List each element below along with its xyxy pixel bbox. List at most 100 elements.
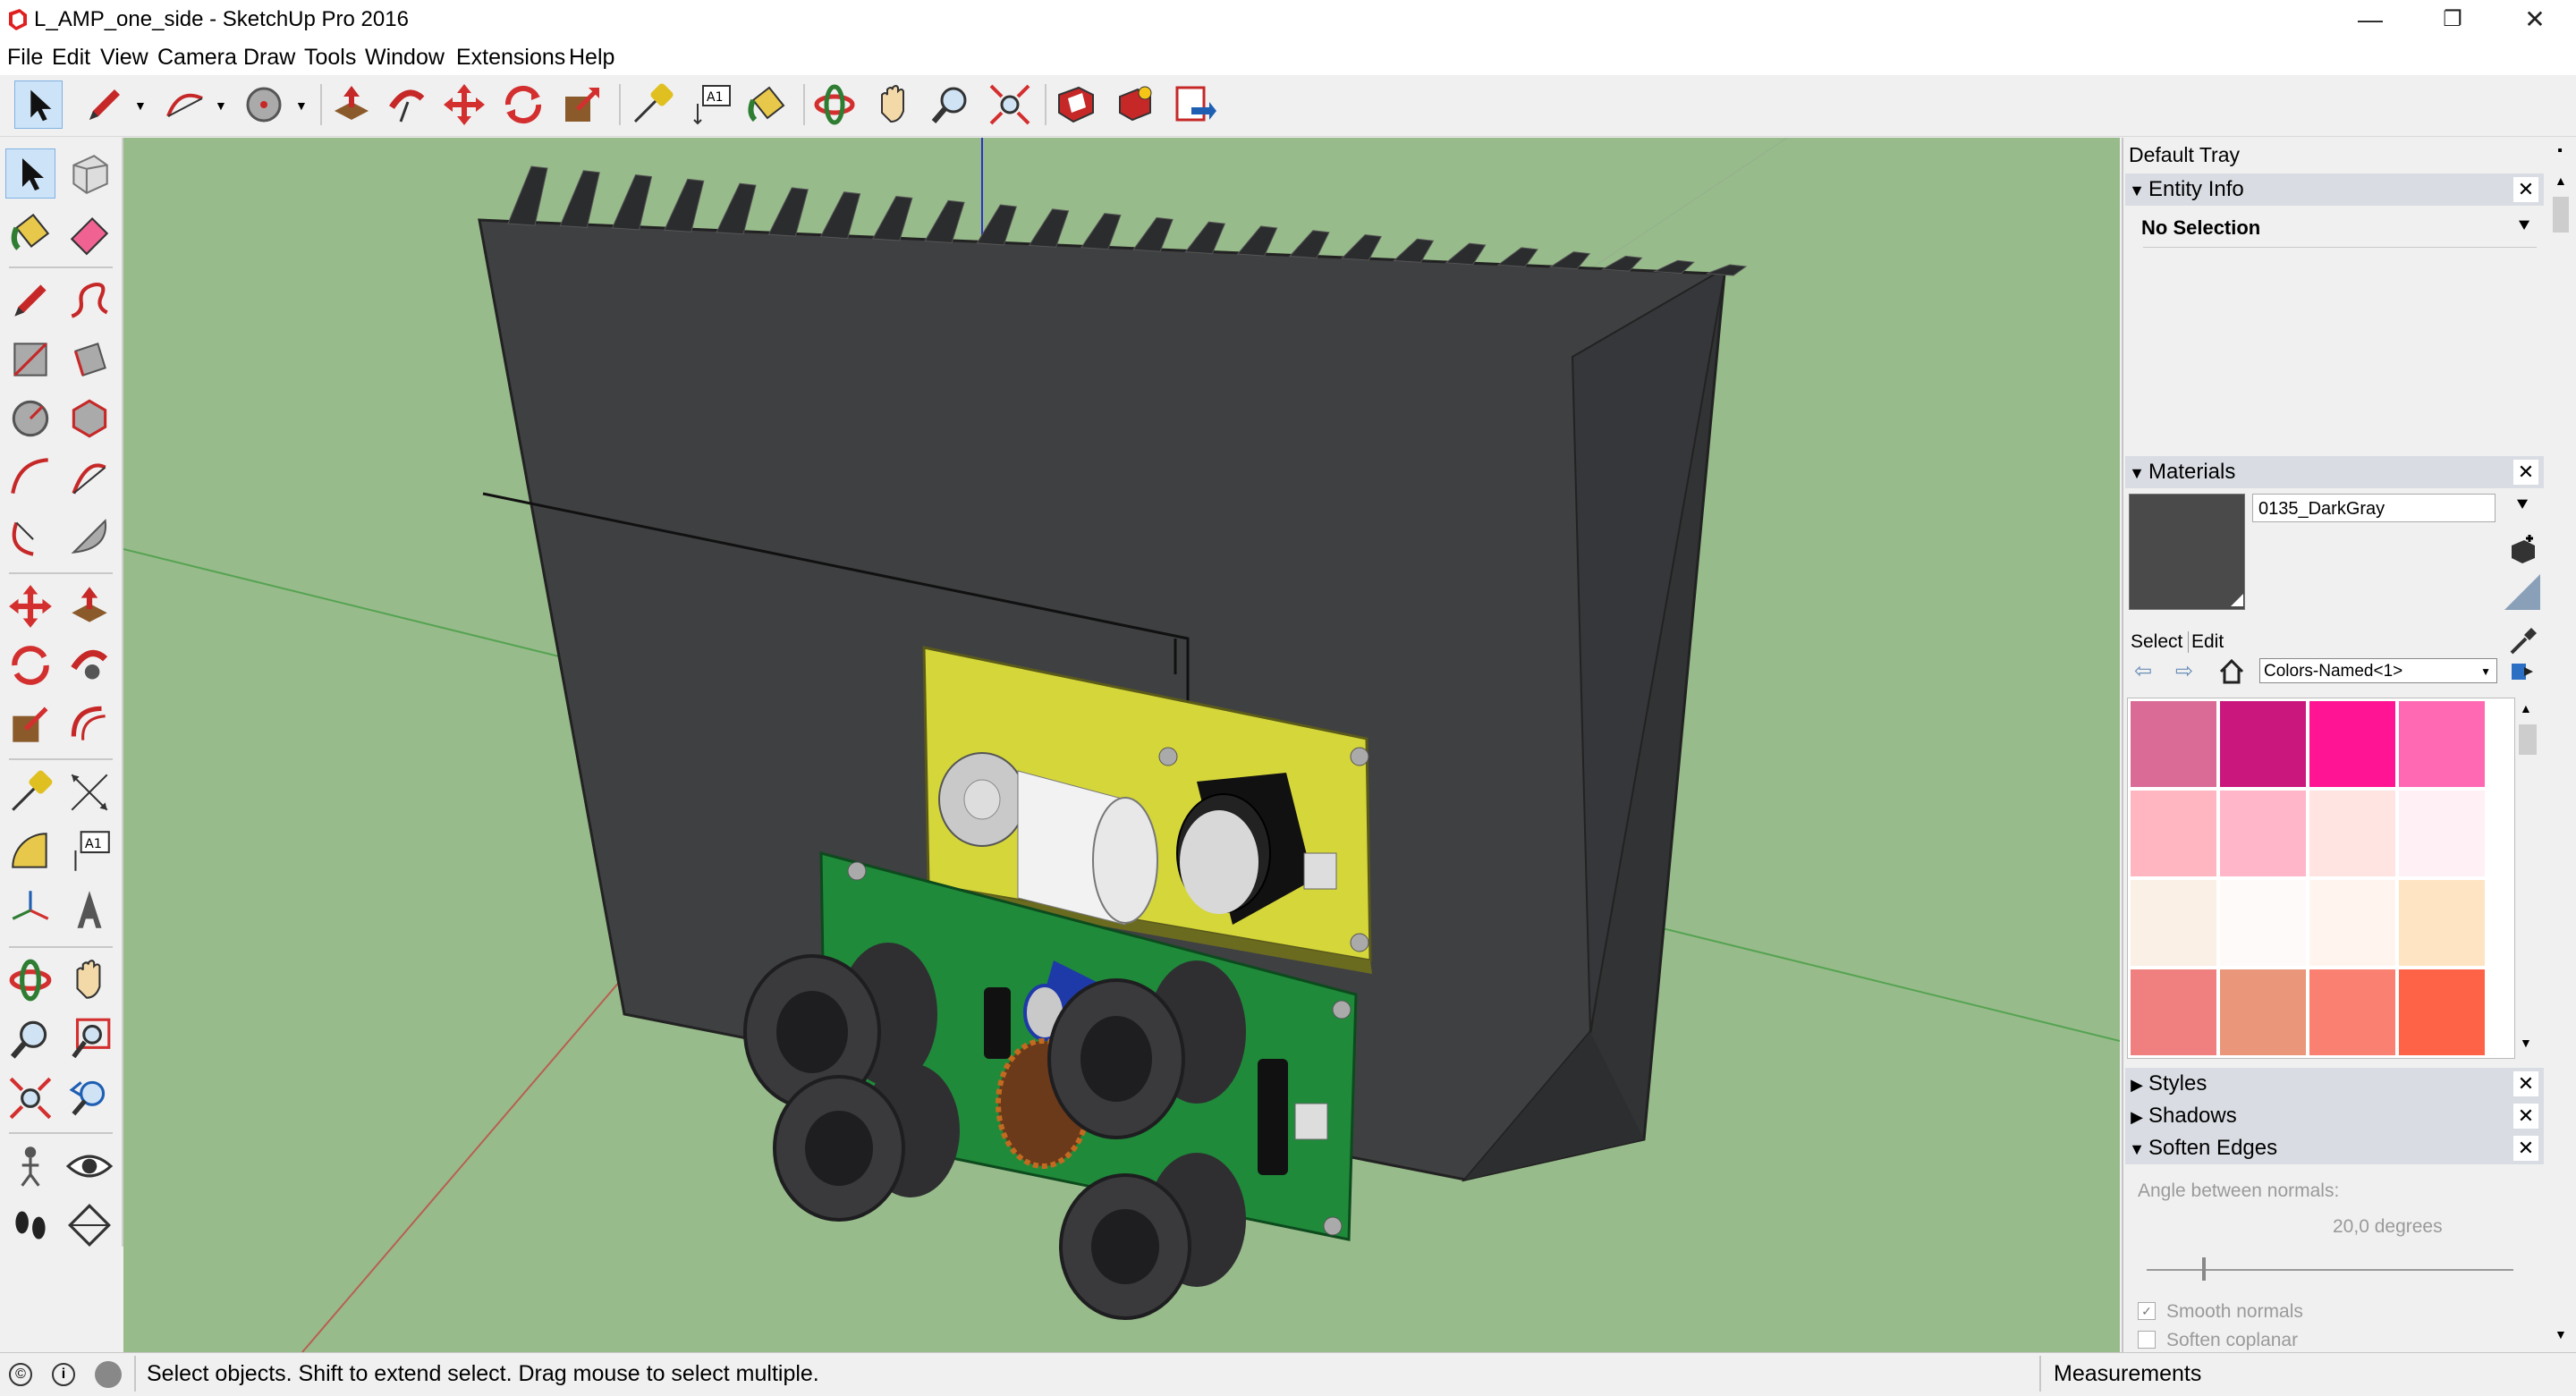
details-arrow-icon[interactable] [2508, 658, 2535, 685]
material-swatch[interactable] [2309, 791, 2395, 876]
scroll-up-icon[interactable]: ▲ [2555, 173, 2567, 188]
scale-icon[interactable] [558, 80, 606, 129]
make-component-icon[interactable] [64, 148, 114, 199]
forward-arrow-icon[interactable]: ⇨ [2175, 658, 2193, 684]
chevron-down-icon[interactable]: ▼ [215, 98, 227, 113]
scroll-down-icon[interactable]: ▼ [2520, 1036, 2532, 1050]
push-pull-icon[interactable] [64, 581, 114, 631]
geo-location-icon[interactable]: © [9, 1363, 32, 1386]
position-camera-icon[interactable] [5, 1141, 55, 1191]
follow-me-icon[interactable] [64, 640, 114, 690]
create-material-icon[interactable] [2506, 535, 2538, 567]
protractor-icon[interactable] [5, 826, 55, 876]
zoom-icon[interactable] [5, 1014, 55, 1064]
arc-icon[interactable] [161, 80, 209, 129]
paint-bucket-icon[interactable] [742, 80, 791, 129]
three-point-arc-icon[interactable] [5, 512, 55, 562]
toggle-details-icon[interactable]: ⯆ [2510, 494, 2535, 520]
scroll-down-icon[interactable]: ▼ [2555, 1327, 2567, 1341]
back-arrow-icon[interactable]: ⇦ [2134, 658, 2152, 684]
menu-window[interactable]: Window [365, 45, 445, 71]
orbit-icon[interactable] [810, 80, 859, 129]
text-icon[interactable]: A1 [687, 80, 735, 129]
user-avatar-icon[interactable] [95, 1361, 122, 1388]
smooth-normals-checkbox[interactable]: ✓ [2138, 1302, 2156, 1320]
two-point-arc-icon[interactable] [64, 453, 114, 503]
close-button[interactable]: ✕ [2494, 0, 2576, 41]
eyedropper-icon[interactable] [2508, 626, 2538, 656]
select-icon[interactable] [5, 148, 55, 199]
material-preview[interactable] [2129, 494, 2245, 610]
tab-edit[interactable]: Edit [2191, 631, 2224, 653]
menu-extensions[interactable]: Extensions [456, 45, 565, 71]
material-swatch[interactable] [2131, 701, 2216, 787]
menu-tools[interactable]: Tools [304, 45, 356, 71]
styles-header[interactable]: ▶ Styles [2125, 1068, 2544, 1100]
material-swatch[interactable] [2399, 880, 2485, 966]
tape-measure-icon[interactable] [628, 80, 676, 129]
select-icon[interactable] [14, 80, 63, 129]
scroll-thumb[interactable] [2519, 724, 2537, 755]
tray-scrollbar[interactable]: ▲ ▼ [2547, 173, 2574, 1350]
close-icon[interactable]: ✕ [2513, 1071, 2538, 1096]
close-icon[interactable]: ✕ [2513, 1136, 2538, 1161]
previous-view-icon[interactable] [64, 1073, 114, 1123]
zoom-icon[interactable] [927, 80, 975, 129]
material-swatch[interactable] [2309, 969, 2395, 1055]
close-icon[interactable]: ✕ [2513, 1104, 2538, 1129]
material-swatch[interactable] [2309, 880, 2395, 966]
close-icon[interactable]: ✕ [2513, 460, 2538, 485]
pan-icon[interactable] [869, 80, 918, 129]
home-icon[interactable] [2218, 658, 2245, 685]
axes-icon[interactable] [5, 885, 55, 935]
menu-help[interactable]: Help [569, 45, 614, 71]
material-swatch[interactable] [2131, 880, 2216, 966]
push-pull-icon[interactable] [327, 80, 376, 129]
rotated-rectangle-icon[interactable] [64, 334, 114, 385]
look-around-icon[interactable] [64, 1141, 114, 1191]
walk-icon[interactable] [5, 1200, 55, 1250]
menu-file[interactable]: File [7, 45, 43, 71]
rectangle-icon[interactable] [5, 334, 55, 385]
scroll-up-icon[interactable]: ▲ [2520, 701, 2532, 715]
circle-icon[interactable] [5, 393, 55, 444]
offset-icon[interactable] [64, 699, 114, 749]
info-icon[interactable]: i [52, 1363, 75, 1386]
paint-bucket-icon[interactable] [5, 207, 55, 258]
material-swatch[interactable] [2220, 880, 2306, 966]
menu-edit[interactable]: Edit [52, 45, 90, 71]
circle-icon[interactable] [240, 80, 288, 129]
zoom-window-icon[interactable] [64, 1014, 114, 1064]
menu-view[interactable]: View [100, 45, 148, 71]
section-plane-icon[interactable] [64, 1200, 114, 1250]
material-swatch[interactable] [2399, 701, 2485, 787]
move-icon[interactable] [5, 581, 55, 631]
zoom-extents-icon[interactable] [5, 1073, 55, 1123]
tab-select[interactable]: Select [2131, 631, 2190, 653]
measurements-field[interactable] [2224, 1356, 2572, 1392]
dimension-icon[interactable] [64, 767, 114, 817]
eraser-icon[interactable] [64, 207, 114, 258]
menu-draw[interactable]: Draw [243, 45, 295, 71]
material-swatch[interactable] [2399, 969, 2485, 1055]
menu-camera[interactable]: Camera [157, 45, 237, 71]
orbit-icon[interactable] [5, 955, 55, 1005]
arc-icon[interactable] [5, 453, 55, 503]
line-icon[interactable] [5, 275, 55, 326]
material-swatch[interactable] [2131, 969, 2216, 1055]
material-swatch[interactable] [2131, 791, 2216, 876]
toggle-details-icon[interactable]: ⯆ [2513, 215, 2535, 241]
model-scene[interactable] [123, 138, 2120, 1352]
pie-icon[interactable] [64, 512, 114, 562]
soften-edges-header[interactable]: ▼ Soften Edges [2125, 1132, 2544, 1164]
shadows-header[interactable]: ▶ Shadows [2125, 1100, 2544, 1132]
entity-info-header[interactable]: ▼ Entity Info [2125, 173, 2544, 206]
material-swatch[interactable] [2399, 791, 2485, 876]
pin-icon[interactable]: ▪ [2551, 143, 2569, 161]
material-library-select[interactable]: Colors-Named<1> ▼ [2259, 658, 2497, 683]
material-name-field[interactable]: 0135_DarkGray [2252, 494, 2496, 522]
scale-icon[interactable] [5, 699, 55, 749]
3d-viewport[interactable] [123, 138, 2120, 1352]
pencil-icon[interactable] [80, 80, 129, 129]
tape-measure-icon[interactable] [5, 767, 55, 817]
